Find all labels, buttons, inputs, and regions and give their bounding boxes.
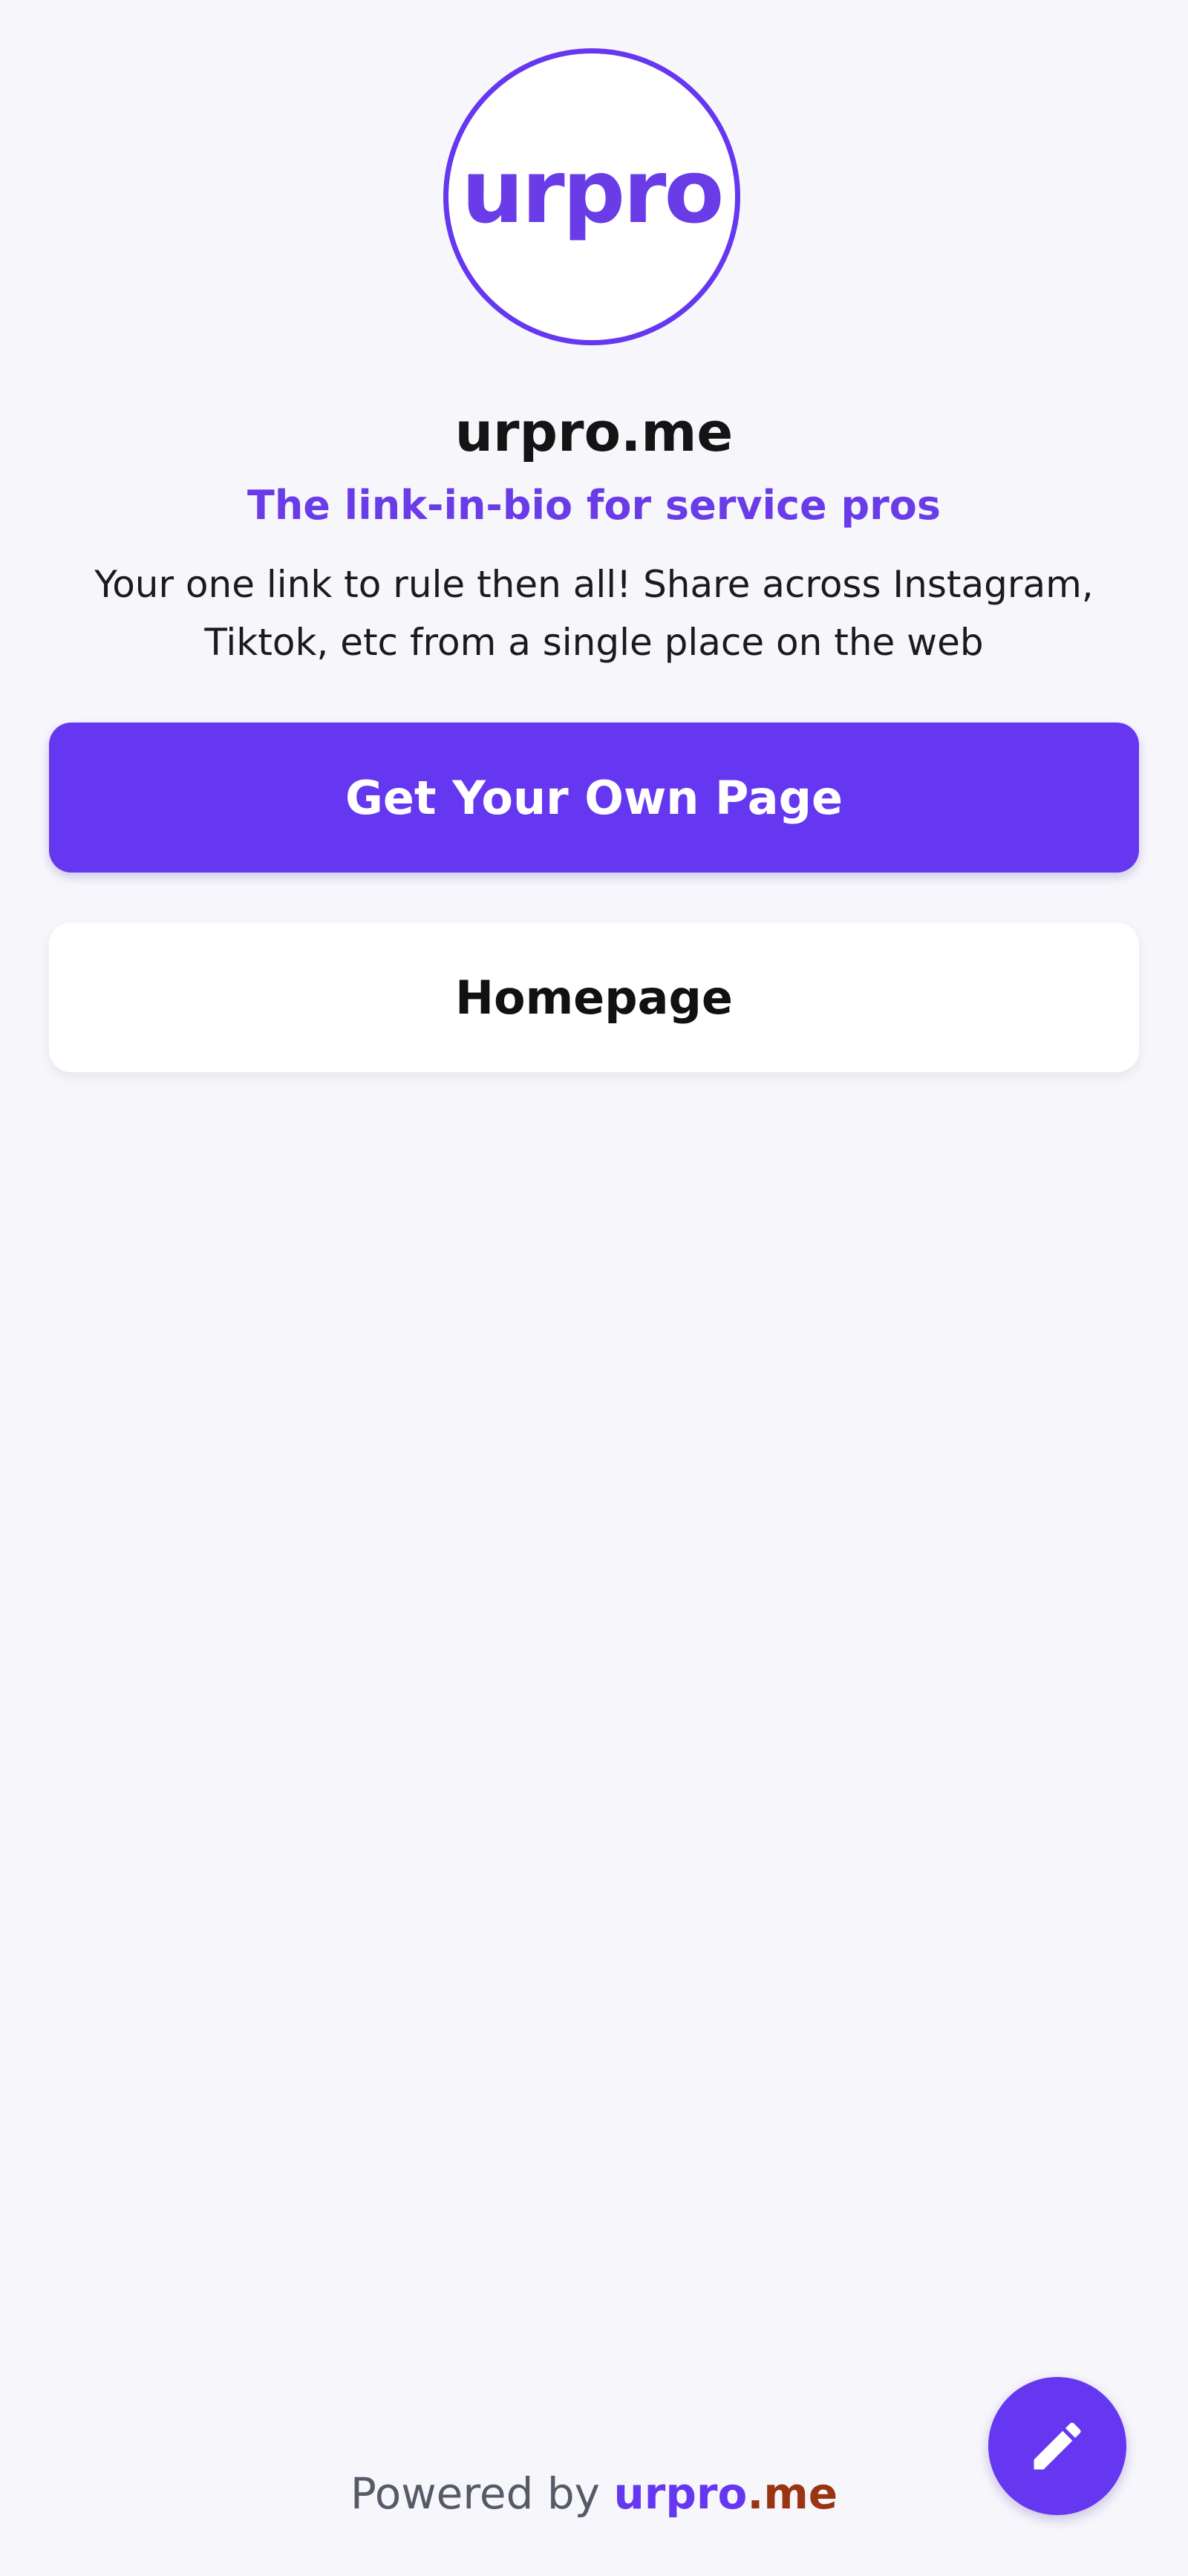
homepage-button[interactable]: Homepage (49, 922, 1139, 1072)
avatar: urpro (443, 48, 740, 345)
footer-brand-main: urpro (613, 2468, 748, 2519)
footer-brand-suffix: .me (747, 2468, 838, 2519)
page-description: Your one link to rule then all! Share ac… (94, 563, 1094, 664)
page-tagline: The link-in-bio for service pros (247, 482, 941, 529)
footer-prefix: Powered by (350, 2468, 601, 2519)
page-title: urpro.me (454, 401, 734, 463)
get-your-own-page-button[interactable]: Get Your Own Page (49, 723, 1139, 873)
footer: Powered by urpro.me (0, 2464, 1188, 2523)
homepage-label: Homepage (455, 970, 733, 1025)
avatar-logo-text: urpro (461, 140, 725, 243)
footer-brand-link[interactable]: urpro.me (613, 2468, 838, 2519)
get-your-own-page-label: Get Your Own Page (345, 770, 843, 825)
